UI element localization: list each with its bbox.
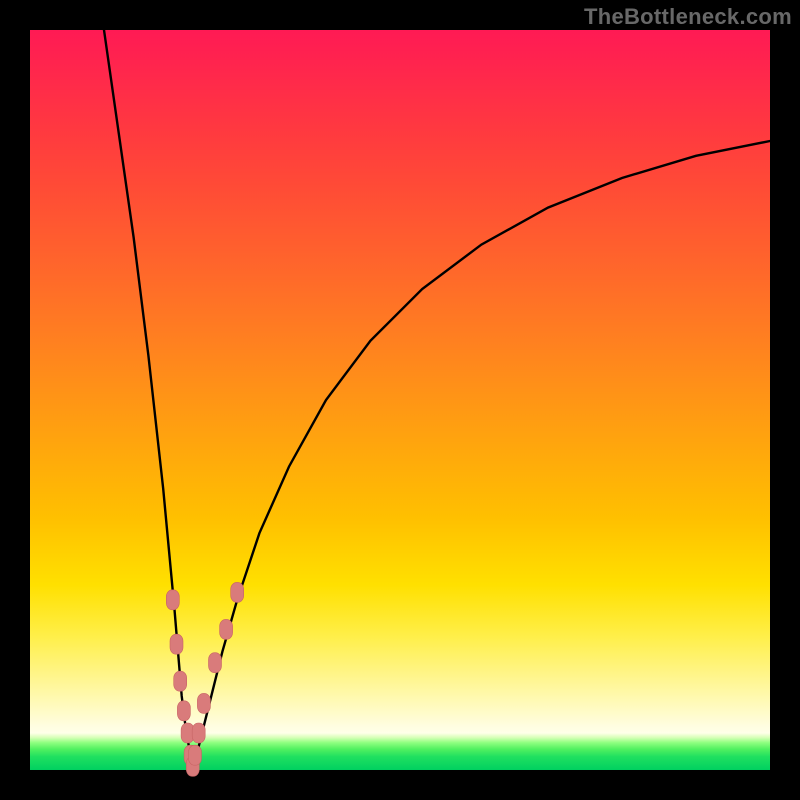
data-marker — [209, 653, 222, 673]
data-marker — [170, 634, 183, 654]
chart-svg — [30, 30, 770, 770]
data-marker — [189, 745, 202, 765]
data-marker — [192, 723, 205, 743]
chart-frame: TheBottleneck.com — [0, 0, 800, 800]
data-markers — [166, 582, 243, 776]
data-marker — [166, 590, 179, 610]
chart-plot-area — [30, 30, 770, 770]
bottleneck-curve — [104, 30, 770, 770]
curve-left-branch — [104, 30, 193, 770]
watermark-text: TheBottleneck.com — [584, 4, 792, 30]
data-marker — [197, 693, 210, 713]
curve-right-branch — [193, 141, 770, 770]
data-marker — [174, 671, 187, 691]
data-marker — [220, 619, 233, 639]
data-marker — [231, 582, 244, 602]
data-marker — [177, 701, 190, 721]
